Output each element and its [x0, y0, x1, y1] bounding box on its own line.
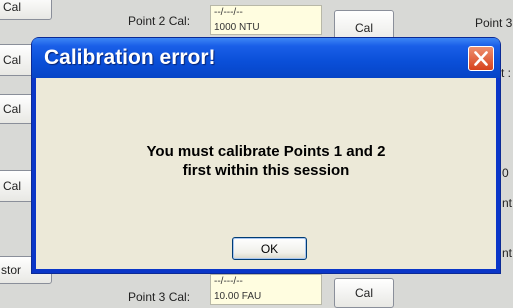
- bg-right-partial-2: 0: [502, 166, 509, 180]
- bg-cal-button-1[interactable]: Cal: [0, 0, 52, 20]
- error-message-line-2: first within this session: [182, 162, 350, 179]
- bg-right-partial-3: nt: [502, 196, 513, 210]
- point3-cal-standard: 10.00 FAU: [214, 291, 262, 302]
- dialog-body: You must calibrate Points 1 and 2 first …: [36, 78, 496, 269]
- dialog-title: Calibration error!: [44, 46, 216, 69]
- point2-cal-standard: 1000 NTU: [214, 22, 260, 33]
- point2-cal-value: --/---/-- 1000 NTU: [210, 5, 322, 35]
- close-button[interactable]: [468, 46, 494, 71]
- ok-button[interactable]: OK: [232, 237, 307, 260]
- bg-right-partial-1: t :: [501, 66, 512, 80]
- point2-cal-label: Point 2 Cal:: [128, 14, 191, 28]
- close-icon: [474, 51, 488, 66]
- dialog-title-bar[interactable]: Calibration error!: [32, 38, 500, 78]
- bg-right-partial-4: nt: [502, 246, 513, 260]
- bg-right-label-top: Point 3: [475, 16, 513, 30]
- error-message: You must calibrate Points 1 and 2 first …: [36, 142, 496, 180]
- error-message-line-1: You must calibrate Points 1 and 2: [146, 143, 386, 160]
- calibration-error-dialog: Calibration error! You must calibrate Po…: [32, 38, 500, 273]
- point3-cal-label: Point 3 Cal:: [128, 290, 191, 304]
- point3-cal-button[interactable]: Cal: [334, 278, 394, 308]
- point2-cal-date: --/---/--: [214, 7, 243, 18]
- point3-cal-date: --/---/--: [214, 276, 243, 287]
- point3-cal-value: --/---/-- 10.00 FAU: [210, 274, 322, 305]
